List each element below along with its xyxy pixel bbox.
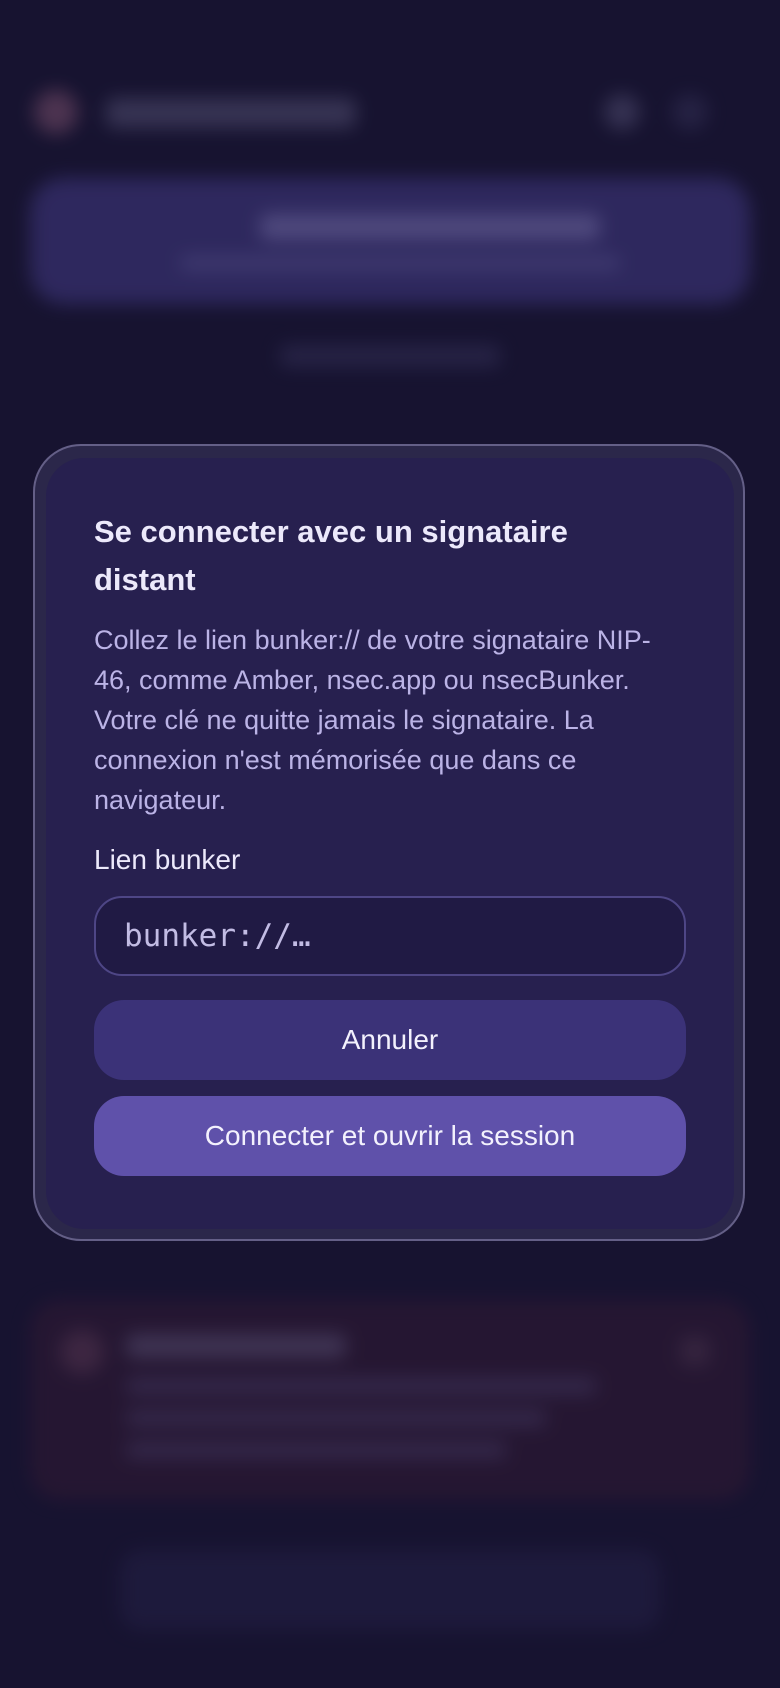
bunker-field-label: Lien bunker [94, 844, 241, 875]
dialog-title: Se connecter avec un signataire distant [94, 514, 568, 597]
bunker-link-input[interactable] [94, 896, 686, 976]
dialog-description: Collez le lien bunker:// de votre signat… [94, 625, 651, 815]
remote-signer-dialog: Se connecter avec un signataire distant … [46, 458, 734, 1229]
page: Se connecter avec un signataire distant … [0, 0, 780, 1688]
cancel-button[interactable]: Annuler [94, 1000, 686, 1080]
connect-button[interactable]: Connecter et ouvrir la session [94, 1096, 686, 1176]
